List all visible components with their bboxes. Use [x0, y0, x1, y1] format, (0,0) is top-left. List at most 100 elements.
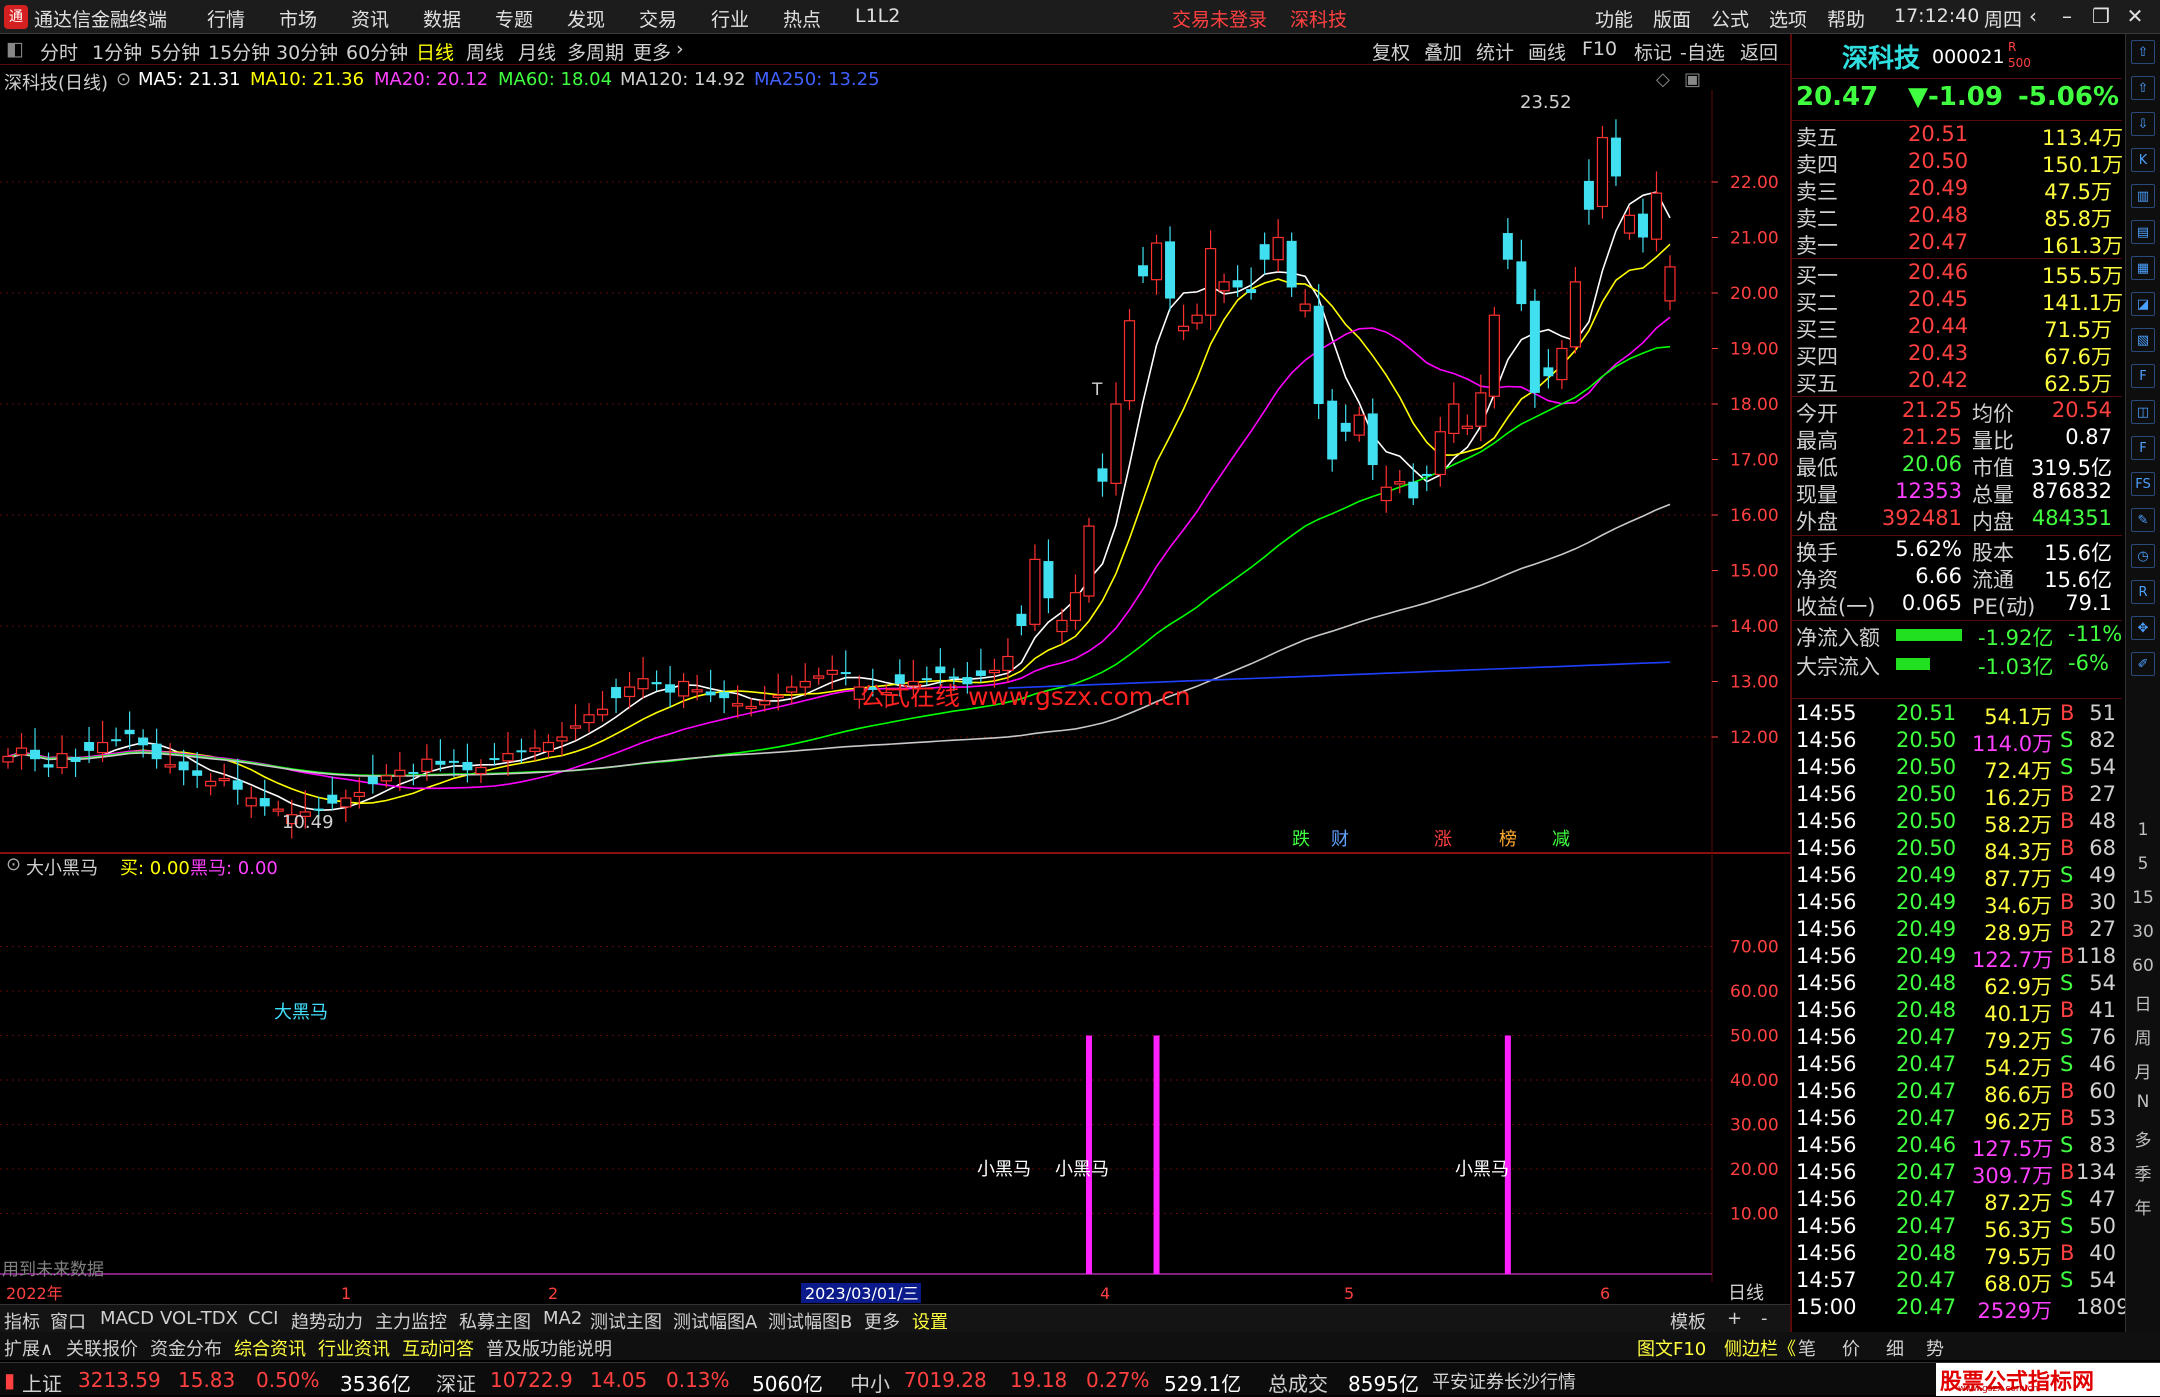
tool-up-arrow-icon[interactable]: ⇧ — [2131, 40, 2155, 64]
broker-name[interactable]: 平安证券长沙行情 — [1432, 1368, 1576, 1394]
tab-zhibiao[interactable]: 指标 — [4, 1308, 40, 1334]
link-zonghezixun[interactable]: 综合资讯 — [234, 1335, 306, 1361]
sz-name[interactable]: 深证 — [436, 1368, 476, 1397]
chevron-right-icon[interactable]: › — [676, 38, 684, 60]
period-monthly[interactable]: 月线 — [518, 38, 556, 65]
sidebar-period-8[interactable]: N — [2130, 1092, 2156, 1112]
tab-simuzhutu[interactable]: 私募主图 — [459, 1308, 531, 1334]
tool-huaxian[interactable]: 画线 — [1528, 38, 1566, 65]
menu-hangqing[interactable]: 行情 — [207, 5, 245, 32]
period-multi[interactable]: 多周期 — [567, 38, 624, 65]
period-60min[interactable]: 60分钟 — [346, 38, 408, 65]
login-warning[interactable]: 交易未登录 — [1172, 5, 1267, 32]
tool-tongji[interactable]: 统计 — [1476, 38, 1514, 65]
menu-bangzhu[interactable]: 帮助 — [1827, 5, 1865, 32]
settings-icon[interactable]: ⊙ — [116, 69, 131, 90]
event-jian[interactable]: 减 — [1552, 829, 1570, 850]
sidebar-period-11[interactable]: 年 — [2130, 1194, 2156, 1219]
event-bang[interactable]: 榜 — [1499, 829, 1517, 850]
tab-ceshizhutu[interactable]: 测试主图 — [590, 1308, 662, 1334]
sidebar-period-7[interactable]: 月 — [2130, 1058, 2156, 1083]
ask-price[interactable]: 20.47 — [1908, 230, 1968, 254]
collapse-icon[interactable]: ◧ — [6, 38, 24, 60]
sidebar-period-3[interactable]: 30 — [2130, 922, 2156, 942]
tool-fuquan[interactable]: 复权 — [1372, 38, 1410, 65]
tool-chart-icon[interactable]: ◫ — [2131, 400, 2155, 424]
tab-ma2[interactable]: MA2 — [543, 1308, 582, 1329]
bid-price[interactable]: 20.43 — [1908, 341, 1968, 365]
sidebar-period-0[interactable]: 1 — [2130, 820, 2156, 840]
menu-xuanxiang[interactable]: 选项 — [1769, 5, 1807, 32]
sidebar-period-6[interactable]: 周 — [2130, 1024, 2156, 1049]
bid-price[interactable]: 20.46 — [1908, 260, 1968, 284]
bid-price[interactable]: 20.45 — [1908, 287, 1968, 311]
event-cai[interactable]: 财 — [1331, 829, 1349, 850]
tab-cci[interactable]: CCI — [248, 1308, 278, 1329]
tool-f10[interactable]: F10 — [1582, 38, 1617, 60]
period-daily[interactable]: 日线 — [416, 38, 454, 65]
tab-ceshifutu-a[interactable]: 测试幅图A — [673, 1308, 757, 1334]
tool-chart-icon[interactable]: ▥ — [2131, 184, 2155, 208]
menu-shichang[interactable]: 市场 — [279, 5, 317, 32]
period-5min[interactable]: 5分钟 — [150, 38, 200, 65]
tool-K-icon[interactable]: K — [2131, 148, 2155, 172]
sidebar-period-10[interactable]: 季 — [2130, 1160, 2156, 1185]
tool-FS-icon[interactable]: FS — [2131, 472, 2155, 496]
menu-banmian[interactable]: 版面 — [1653, 5, 1691, 32]
ask-price[interactable]: 20.50 — [1908, 149, 1968, 173]
tab-shezhi[interactable]: 设置 — [912, 1308, 948, 1334]
sidebar-period-4[interactable]: 60 — [2130, 956, 2156, 976]
tool-chart-icon[interactable]: ▤ — [2131, 220, 2155, 244]
tool-brush-icon[interactable]: ✐ — [2131, 652, 2155, 676]
zoom-out-button[interactable]: - — [1761, 1308, 1768, 1329]
minimize-icon[interactable]: – — [2052, 4, 2082, 30]
period-weekly[interactable]: 周线 — [466, 38, 504, 65]
link-zijinfenbu[interactable]: 资金分布 — [150, 1335, 222, 1361]
sidebar-period-1[interactable]: 5 — [2130, 854, 2156, 874]
period-fenshi[interactable]: 分时 — [40, 38, 78, 65]
kline-chart[interactable]: 22.00 21.00 20.00 19.00 18.00 17.00 16.00 15.00… — [0, 90, 1790, 1304]
bid-price[interactable]: 20.44 — [1908, 314, 1968, 338]
tab-macd[interactable]: MACD — [100, 1308, 154, 1329]
close-icon[interactable]: ✕ — [2120, 4, 2150, 30]
expand-button[interactable]: 扩展∧ — [4, 1335, 53, 1361]
tool-RSI-icon[interactable]: R — [2131, 580, 2155, 604]
tool-zixuan[interactable]: -自选 — [1680, 38, 1725, 65]
menu-l1l2[interactable]: L1L2 — [855, 5, 900, 27]
diamond-icon[interactable]: ◇ — [1656, 69, 1670, 90]
zx-name[interactable]: 中小 — [850, 1368, 890, 1397]
window-icon[interactable]: ▣ — [1684, 69, 1701, 90]
menu-hangye[interactable]: 行业 — [711, 5, 749, 32]
period-30min[interactable]: 30分钟 — [276, 38, 338, 65]
tool-down-arrow-icon[interactable]: ⇩ — [2131, 112, 2155, 136]
link-hudongwenda[interactable]: 互动问答 — [402, 1335, 474, 1361]
event-zhang[interactable]: 涨 — [1434, 829, 1452, 850]
menu-zixun[interactable]: 资讯 — [351, 5, 389, 32]
menu-shuju[interactable]: 数据 — [423, 5, 461, 32]
tool-F10-icon[interactable]: F — [2131, 364, 2155, 388]
tab-gengduo[interactable]: 更多 — [864, 1308, 900, 1334]
menu-zhuanti[interactable]: 专题 — [495, 5, 533, 32]
tab-xi[interactable]: 细 — [1886, 1335, 1904, 1361]
tool-fanhui[interactable]: 返回 — [1740, 38, 1778, 65]
menu-redian[interactable]: 热点 — [783, 5, 821, 32]
tool-chart-icon[interactable]: ◪ — [2131, 292, 2155, 316]
tab-bi[interactable]: 笔 — [1798, 1335, 1816, 1361]
link-tuwen-f10[interactable]: 图文F10 — [1637, 1335, 1706, 1361]
ask-price[interactable]: 20.51 — [1908, 122, 1968, 146]
menu-jiaoyi[interactable]: 交易 — [639, 5, 677, 32]
tool-chart-icon[interactable]: ▦ — [2131, 256, 2155, 280]
sidebar-period-5[interactable]: 日 — [2130, 990, 2156, 1015]
restore-icon[interactable]: ❐ — [2086, 4, 2116, 30]
sh-name[interactable]: 上证 — [22, 1368, 62, 1397]
tool-tool-icon[interactable]: ✎ — [2131, 508, 2155, 532]
menu-gongshi[interactable]: 公式 — [1711, 5, 1749, 32]
tool-biaoji[interactable]: 标记 — [1634, 38, 1672, 65]
tab-jia[interactable]: 价 — [1842, 1335, 1860, 1361]
sidebar-period-2[interactable]: 15 — [2130, 888, 2156, 908]
tab-zhulijiankong[interactable]: 主力监控 — [375, 1308, 447, 1334]
bid-price[interactable]: 20.42 — [1908, 368, 1968, 392]
link-guanlianbaojia[interactable]: 关联报价 — [66, 1335, 138, 1361]
link-hangyezixun[interactable]: 行业资讯 — [318, 1335, 390, 1361]
period-more[interactable]: 更多 — [633, 38, 671, 65]
